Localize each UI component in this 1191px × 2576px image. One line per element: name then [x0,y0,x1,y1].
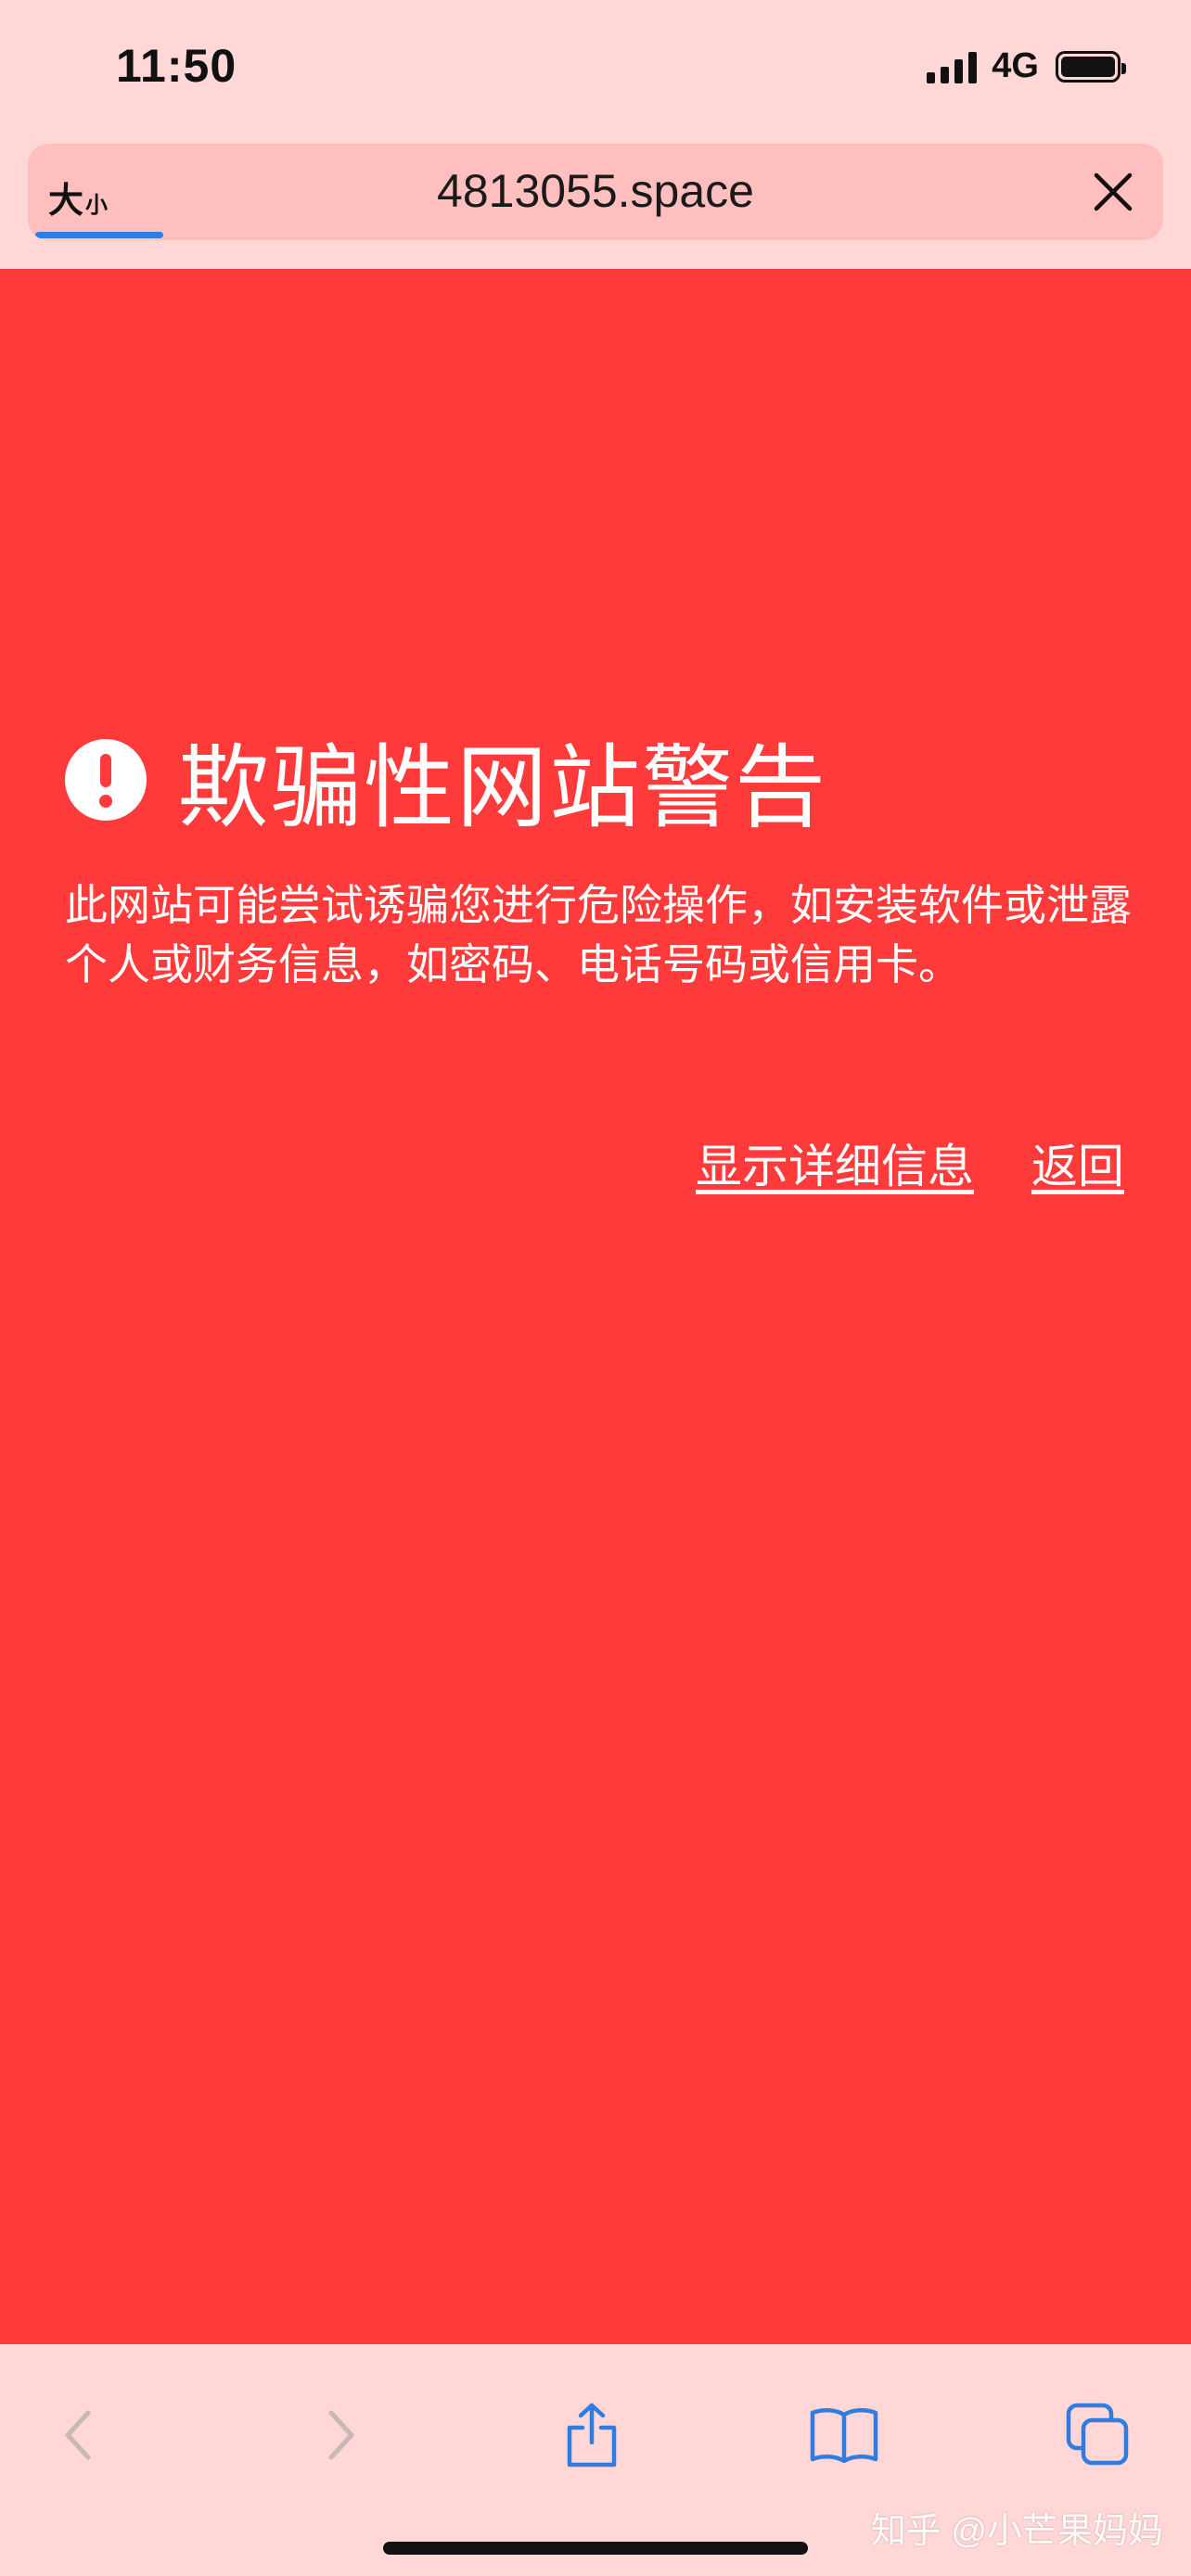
page-load-progress [35,232,163,238]
warning-title: 欺骗性网站警告 [178,736,828,838]
status-bar: 11:50 4G [0,0,1191,134]
battery-icon [1056,50,1126,83]
exclamation-icon [65,739,147,821]
status-indicators: 4G [927,46,1126,86]
address-bar[interactable]: 大 小 4813055.space [28,144,1163,240]
forward-icon[interactable] [302,2398,377,2472]
warning-message: 此网站可能尝试诱骗您进行危险操作，如安装软件或泄露个人或财务信息，如密码、电话号… [65,881,1132,988]
warning-header: 欺骗性网站警告 [65,714,827,846]
show-details-link[interactable]: 显示详细信息 [696,1129,974,1196]
warning-actions: 显示详细信息 返回 [696,1129,1124,1196]
tabs-icon[interactable] [1061,2398,1135,2472]
bottom-toolbar: 知乎 @小芒果妈妈 [0,2344,1191,2576]
share-icon[interactable] [555,2398,629,2472]
status-time: 11:50 [116,40,237,92]
home-indicator[interactable] [383,2542,808,2555]
warning-page: 欺骗性网站警告 此网站可能尝试诱骗您进行危险操作，如安装软件或泄露个人或财务信息… [0,269,1191,2344]
network-type: 4G [992,46,1039,85]
go-back-link[interactable]: 返回 [1031,1129,1124,1196]
cellular-signal-icon [927,50,978,83]
bookmarks-icon[interactable] [807,2398,881,2472]
url-text[interactable]: 4813055.space [28,164,1163,218]
close-icon[interactable] [1091,170,1135,214]
back-icon[interactable] [43,2398,117,2472]
watermark: 知乎 @小芒果妈妈 [870,2512,1163,2551]
